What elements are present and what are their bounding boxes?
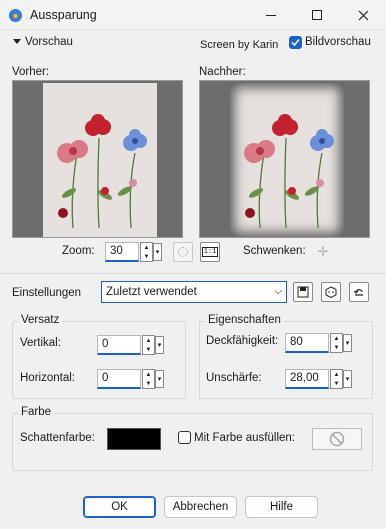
pan-icon[interactable]: ✛ [313, 242, 333, 262]
vertical-dropdown-arrow[interactable]: ▾ [155, 336, 164, 354]
close-button[interactable] [340, 0, 386, 30]
opacity-value: 80 [290, 336, 303, 348]
actual-size-icon: 1:1 [201, 247, 219, 257]
color-group-title: Farbe [18, 406, 55, 418]
credit-text: Screen by Karin [200, 39, 279, 51]
reset-button[interactable] [349, 282, 369, 302]
preset-value: Zuletzt verwendet [106, 286, 197, 298]
floppy-disk-icon [297, 286, 309, 298]
vertical-value: 0 [102, 338, 109, 350]
before-preview[interactable] [12, 80, 183, 238]
fill-color-checkbox[interactable] [178, 431, 191, 444]
zoom-input[interactable]: 30 [105, 242, 139, 262]
shadow-color-swatch[interactable] [107, 428, 161, 450]
preview-section-label[interactable]: Vorschau [25, 36, 73, 48]
paintshop-app-icon [9, 9, 22, 22]
separator [0, 273, 386, 274]
checkmark-icon [291, 39, 300, 47]
blur-label: Unschärfe: [206, 372, 262, 384]
chevron-down-icon: ⌵ [274, 286, 282, 297]
zoom-label: Zoom: [62, 245, 95, 257]
horizontal-value: 0 [102, 372, 109, 384]
dice-icon [325, 286, 337, 298]
maximize-button[interactable] [294, 0, 340, 30]
zoom-dropdown-arrow[interactable]: ▾ [153, 243, 162, 261]
vertical-input[interactable]: 0 [97, 335, 141, 355]
collapse-arrow-icon[interactable] [13, 39, 21, 44]
minimize-icon [266, 14, 276, 16]
opacity-dropdown-arrow[interactable]: ▾ [343, 334, 352, 352]
after-preview[interactable] [199, 80, 370, 238]
blur-spinner[interactable]: ▲ ▼ [330, 369, 343, 389]
before-label: Vorher: [12, 66, 50, 78]
offset-group-title: Versatz [18, 314, 63, 326]
cancel-button[interactable]: Abbrechen [164, 496, 237, 518]
maximize-icon [312, 10, 322, 20]
fill-color-swatch[interactable] [312, 428, 362, 450]
live-preview-checkbox[interactable] [289, 36, 302, 49]
before-image [43, 83, 157, 237]
save-preset-button[interactable] [293, 282, 313, 302]
blur-input[interactable]: 28,00 [285, 369, 329, 389]
after-label: Nachher: [199, 66, 246, 78]
window-title: Aussparung [30, 8, 97, 22]
horizontal-spinner[interactable]: ▲ ▼ [142, 369, 155, 389]
help-button[interactable]: Hilfe [245, 496, 318, 518]
opacity-label: Deckfähigkeit: [206, 335, 279, 347]
horizontal-dropdown-arrow[interactable]: ▾ [155, 370, 164, 388]
shadow-color-label: Schattenfarbe: [20, 432, 95, 444]
close-icon [358, 10, 368, 20]
ok-button[interactable]: OK [83, 496, 156, 518]
minimize-button[interactable] [248, 0, 294, 30]
settings-label: Einstellungen [12, 287, 82, 299]
after-image [230, 83, 344, 237]
randomize-button[interactable] [321, 282, 341, 302]
reset-arrow-icon [353, 289, 363, 296]
vertical-spinner[interactable]: ▲ ▼ [142, 335, 155, 355]
no-color-icon [329, 431, 345, 447]
pan-label: Schwenken: [243, 245, 306, 257]
opacity-input[interactable]: 80 [285, 333, 329, 353]
properties-group-title: Eigenschaften [205, 314, 284, 326]
zoom-100-button[interactable]: 1:1 [200, 242, 220, 262]
fill-color-label: Mit Farbe ausfüllen: [194, 432, 295, 444]
zoom-fit-icon [178, 247, 188, 257]
zoom-fit-button[interactable] [173, 242, 193, 262]
zoom-spinner[interactable]: ▲ ▼ [140, 242, 153, 262]
blur-dropdown-arrow[interactable]: ▾ [343, 370, 352, 388]
blur-value: 28,00 [290, 372, 319, 384]
live-preview-label: Bildvorschau [305, 36, 371, 48]
preset-dropdown[interactable]: Zuletzt verwendet ⌵ [101, 281, 287, 303]
horizontal-label: Horizontal: [20, 372, 75, 384]
vertical-label: Vertikal: [20, 337, 61, 349]
opacity-spinner[interactable]: ▲ ▼ [330, 333, 343, 353]
zoom-value: 30 [110, 245, 123, 257]
horizontal-input[interactable]: 0 [97, 369, 141, 389]
